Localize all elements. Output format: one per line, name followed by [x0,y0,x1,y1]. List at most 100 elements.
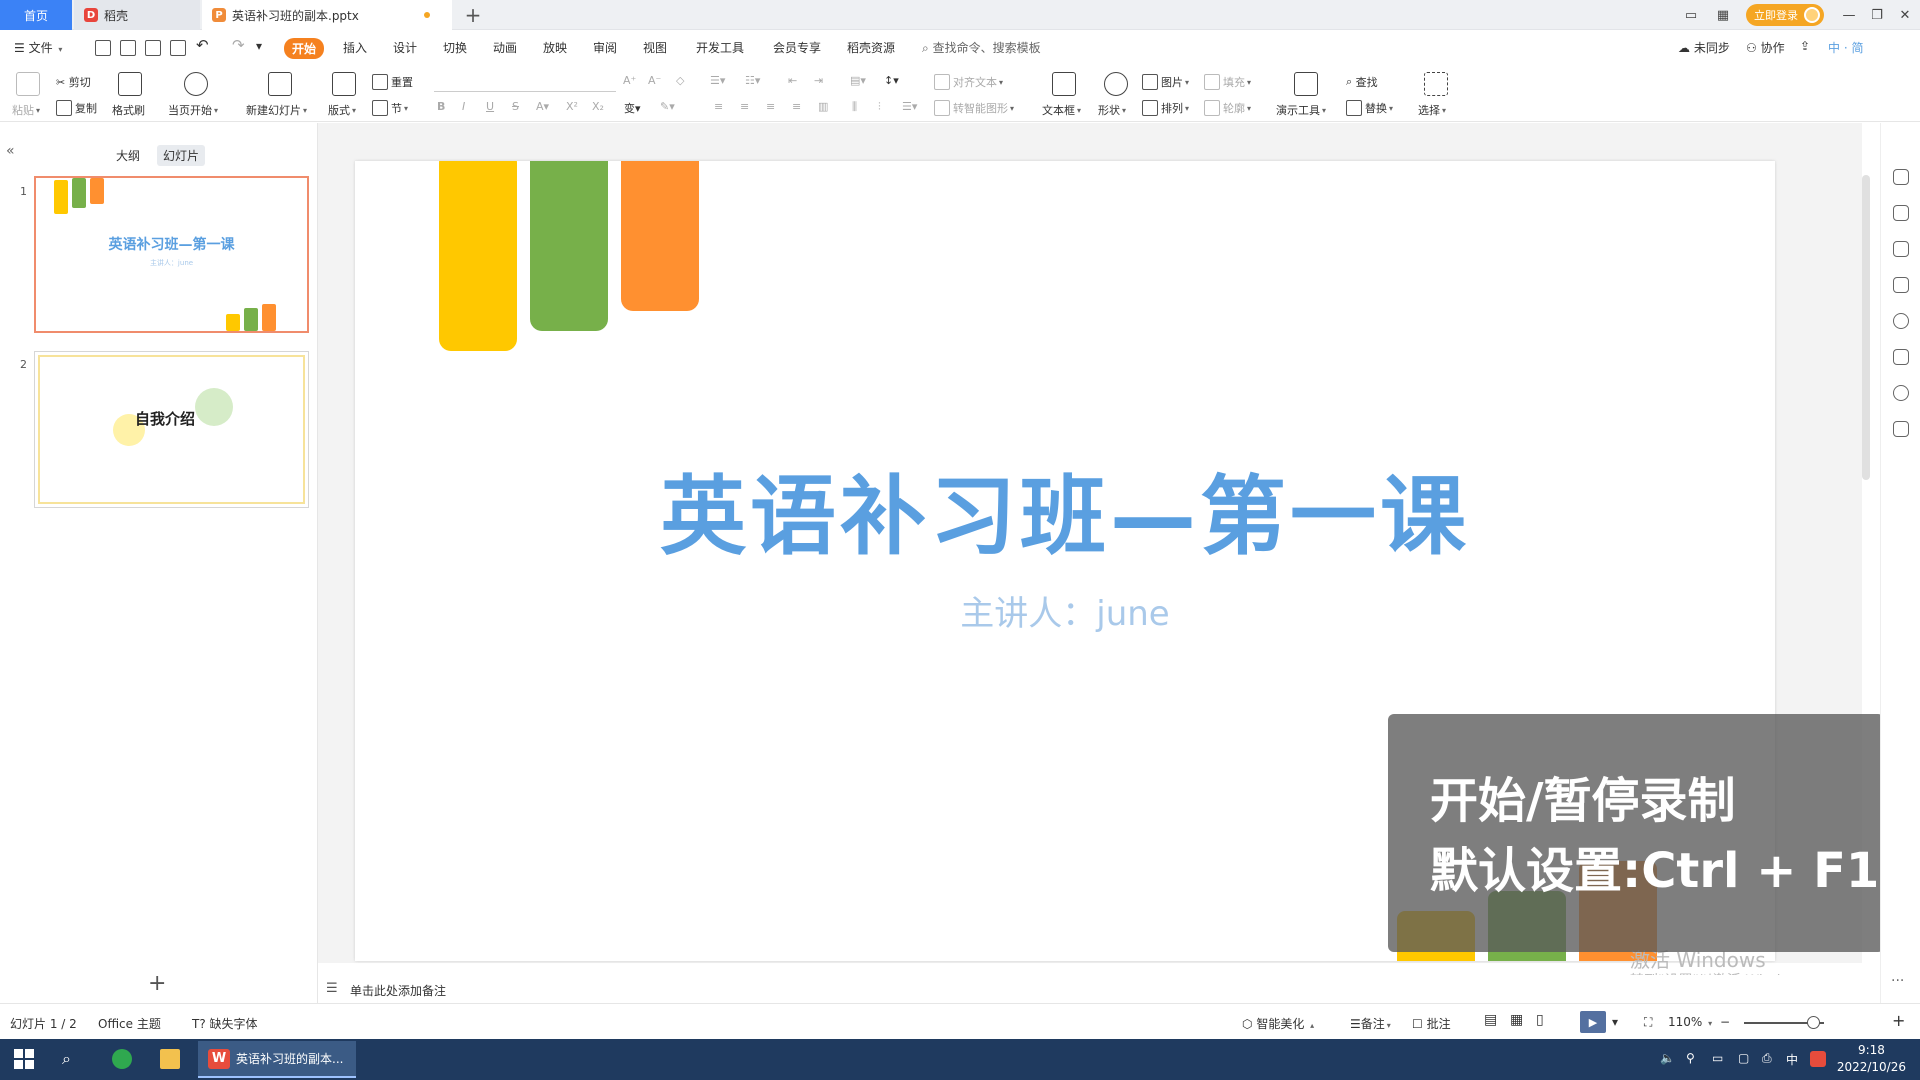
sync-status[interactable]: ☁ 未同步 [1678,39,1730,56]
rocket-icon[interactable] [1893,169,1909,185]
missing-font-button[interactable]: T? 缺失字体 [192,1015,258,1032]
slide-thumbnail-1[interactable]: 英语补习班—第一课 主讲人：june [34,176,309,333]
tab-daoke[interactable]: D 稻壳 [74,0,200,30]
grid-apps-icon[interactable]: ▦ [1710,4,1736,26]
slide-title[interactable]: 英语补习班—第一课 [355,446,1775,571]
play-options-icon[interactable]: ▾ [1612,1015,1618,1029]
star-icon[interactable] [1893,241,1909,257]
zoom-slider-handle[interactable] [1807,1016,1820,1029]
vertical-scrollbar[interactable] [1862,175,1870,480]
clear-format-icon[interactable]: ◇ [676,74,684,87]
zoom-out-button[interactable]: − [1720,1015,1730,1029]
save-icon[interactable] [95,40,111,56]
theme-name[interactable]: Office 主题 [98,1015,161,1032]
highlight-icon[interactable]: ✎▾ [660,100,675,113]
undo-icon[interactable]: ↶ [196,36,209,54]
shape-icon[interactable] [1104,72,1128,96]
system-clock[interactable]: 9:18 2022/10/26 [1837,1042,1906,1076]
font-size-select[interactable] [556,72,612,92]
strikethrough-icon[interactable]: S [512,100,519,113]
layout-icon[interactable] [332,72,356,96]
print-preview-icon[interactable] [170,40,186,56]
menu-member[interactable]: 会员专享 [773,39,821,56]
collab-button[interactable]: ⚇ 协作 [1746,39,1785,56]
layout-icon[interactable]: ▭ [1678,4,1704,26]
format-painter-button[interactable]: 格式刷 [112,102,145,118]
menu-review[interactable]: 审阅 [593,39,617,56]
font-shrink-icon[interactable]: A⁻ [648,74,661,87]
location-icon[interactable] [1893,385,1909,401]
more-icon[interactable]: ··· [1891,973,1904,989]
redo-icon[interactable]: ↷ [232,36,245,54]
restore-icon[interactable]: ❐ [1864,4,1890,26]
tab-document[interactable]: P 英语补习班的副本.pptx [202,0,452,30]
menu-slideshow[interactable]: 放映 [543,39,567,56]
sliders-icon[interactable] [1893,205,1909,221]
printer-icon[interactable]: ⎙ [1762,1051,1772,1066]
taskbar-app-wps[interactable]: W 英语补习班的副本... [198,1041,356,1078]
customize-icon[interactable]: ▾ [256,39,262,53]
notes-toggle-button[interactable]: ☰备注 ▾ [1350,1015,1391,1032]
line-spacing-options-icon[interactable]: ☰▾ [902,100,917,113]
slide-thumbnail-2[interactable]: 自我介绍 [34,351,309,508]
ime-indicator[interactable]: 中 [1786,1051,1798,1068]
copy-pages-icon[interactable] [1893,277,1909,293]
increase-indent-icon[interactable]: ⇥ [814,74,823,87]
help-icon[interactable] [1893,313,1909,329]
sorter-view-icon[interactable]: ▦ [1510,1012,1523,1028]
image-tool-icon[interactable] [1893,349,1909,365]
add-slide-plus-icon[interactable]: + [148,971,166,996]
command-search[interactable]: ⌕ 查找命令、搜索模板 [922,39,1041,56]
bullet-list-icon[interactable]: ☰▾ [710,74,725,87]
file-explorer-icon[interactable] [160,1049,180,1069]
menu-view[interactable]: 视图 [643,39,667,56]
cut-button[interactable]: ✂ 剪切 [56,74,91,90]
menu-animation[interactable]: 动画 [493,39,517,56]
paragraph-spacing-icon[interactable]: ⫶ [878,100,881,114]
smart-shape-button[interactable]: 转智能图形 ▾ [934,100,1014,116]
close-icon[interactable]: ✕ [1892,4,1918,26]
play-from-current-icon[interactable] [184,72,208,96]
menu-file[interactable]: ☰ 文件 ▾ [14,39,62,56]
display-icon[interactable]: ▭ [1712,1051,1723,1065]
sogou-ime-icon[interactable] [1810,1051,1826,1067]
presenter-tools-button[interactable]: 演示工具 ▾ [1276,102,1326,118]
superscript-icon[interactable]: X² [566,100,578,113]
align-text-button[interactable]: 对齐文本 ▾ [934,74,1003,90]
fill-button[interactable]: 填充 ▾ [1204,74,1251,90]
numbered-list-icon[interactable]: ☷▾ [745,74,760,87]
browser-icon[interactable] [112,1049,132,1069]
replace-button[interactable]: 替换 ▾ [1346,100,1393,116]
new-slide-icon[interactable] [268,72,292,96]
volume-icon[interactable]: 🔈 [1660,1051,1675,1065]
select-button[interactable]: 选择 ▾ [1418,102,1446,118]
menu-daoke-resources[interactable]: 稻壳资源 [847,39,895,56]
reset-button[interactable]: 重置 [372,74,413,90]
reading-view-icon[interactable]: ▯ [1536,1012,1544,1028]
line-spacing-icon[interactable]: ↕▾ [884,74,899,87]
zoom-in-button[interactable]: + [1892,1011,1905,1030]
subscript-icon[interactable]: X₂ [592,100,604,113]
find-button[interactable]: ⌕ 查找 [1346,74,1378,90]
justify-icon[interactable]: ≡ [792,100,801,113]
menu-design[interactable]: 设计 [393,39,417,56]
phonetic-icon[interactable]: 变▾ [624,100,641,116]
network-icon[interactable]: ⚲ [1686,1051,1695,1065]
align-center-icon[interactable]: ≡ [740,100,749,113]
ime-widget[interactable]: 中 · 简 [1828,39,1863,56]
menu-transition[interactable]: 切换 [443,39,467,56]
italic-icon[interactable]: I [462,100,465,113]
distribute-icon[interactable]: ▥ [818,100,828,113]
layout-button[interactable]: 版式 ▾ [328,102,356,118]
menu-home[interactable]: 开始 [284,38,325,59]
underline-icon[interactable]: U [486,100,494,113]
play-slideshow-button[interactable]: ▶ [1580,1011,1606,1033]
tablet-icon[interactable]: ▢ [1738,1051,1749,1065]
outline-button[interactable]: 轮廓 ▾ [1204,100,1251,116]
align-left-icon[interactable]: ≡ [714,100,723,113]
section-button[interactable]: 节 ▾ [372,100,408,116]
export-icon[interactable] [120,40,136,56]
zoom-level[interactable]: 110% ▾ [1668,1015,1712,1029]
new-slide-button[interactable]: 新建幻灯片 ▾ [246,102,307,118]
format-painter-icon[interactable] [118,72,142,96]
